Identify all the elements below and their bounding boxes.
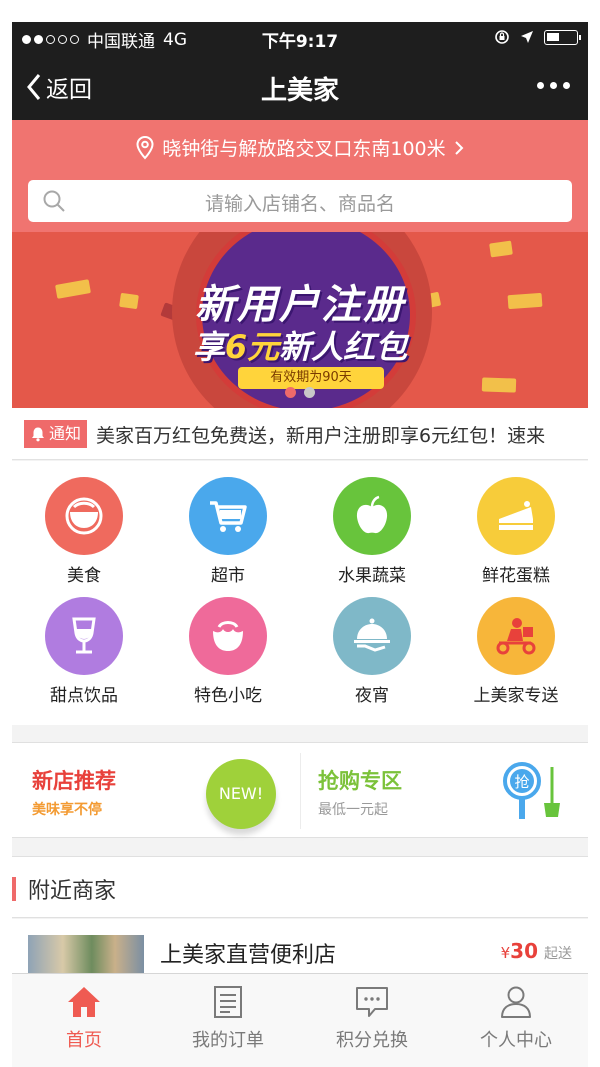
rotation-lock-icon xyxy=(495,30,509,44)
category-item-delivery[interactable]: 上美家专送 xyxy=(444,581,588,706)
min-price-suffix: 起送 xyxy=(544,946,572,962)
tab-label: 我的订单 xyxy=(192,1030,264,1051)
user-icon xyxy=(501,986,531,1018)
category-item-desserts-drinks[interactable]: 甜点饮品 xyxy=(12,581,156,706)
tab-orders[interactable]: 我的订单 xyxy=(156,974,300,1067)
category-item-food[interactable]: 美食 xyxy=(12,461,156,586)
category-icon-circle xyxy=(189,477,267,555)
flash-sale-subtitle: 最低一元起 xyxy=(318,802,388,818)
home-icon xyxy=(68,987,100,1017)
status-bar: 中国联通 4G 下午9:17 xyxy=(12,22,588,52)
category-icon-circle xyxy=(333,477,411,555)
page-title: 上美家 xyxy=(260,76,339,106)
chat-bubble-icon xyxy=(356,987,388,1017)
category-icon-circle xyxy=(477,597,555,675)
bell-icon xyxy=(32,427,44,442)
battery-icon xyxy=(544,29,581,45)
new-store-title: 新店推荐 xyxy=(32,769,116,793)
category-icon-circle xyxy=(45,477,123,555)
new-badge: NEW! xyxy=(206,759,276,829)
category-label: 夜宵 xyxy=(355,686,389,706)
order-list-icon xyxy=(214,986,242,1018)
tab-points[interactable]: 积分兑换 xyxy=(300,974,444,1067)
bowl-icon xyxy=(65,497,103,535)
category-icon-circle xyxy=(333,597,411,675)
category-label: 甜点饮品 xyxy=(50,686,118,706)
section-accent-bar xyxy=(12,877,16,901)
promo-divider xyxy=(300,753,301,829)
pager-dot[interactable] xyxy=(304,387,315,398)
shop-list-item[interactable]: 上美家直营便利店 ¥30 起送 xyxy=(12,919,588,973)
notice-text: 美家百万红包免费送，新用户注册即享6元红包！速来 xyxy=(96,425,546,447)
chevron-right-icon xyxy=(454,140,464,155)
category-item-supermarket[interactable]: 超市 xyxy=(156,461,300,586)
delivery-scooter-icon xyxy=(496,618,536,655)
banner-amount: 6元 xyxy=(224,328,280,366)
location-search-area: 晓钟街与解放路交叉口东南100米 请输入店铺名、商品名 xyxy=(12,120,588,232)
bottom-tab-bar: 首页 我的订单 积分兑换 个人中心 xyxy=(12,973,588,1067)
dumpling-icon xyxy=(213,621,243,651)
tab-label: 积分兑换 xyxy=(336,1030,408,1051)
category-grid: 美食 超市 水果蔬菜 鲜花蛋糕 甜点饮品 特色小吃 夜宵 上美家专送 xyxy=(12,461,588,725)
category-item-late-night[interactable]: 夜宵 xyxy=(300,581,444,706)
phone-screen: 中国联通 4G 下午9:17 返回 上美家 晓钟街与解放路交叉口东南100米 请… xyxy=(12,22,588,1067)
apple-icon xyxy=(356,495,388,534)
tab-label: 个人中心 xyxy=(480,1030,552,1051)
more-menu-button[interactable] xyxy=(537,82,570,89)
banner-validity: 有效期为90天 xyxy=(238,367,384,389)
notice-bar[interactable]: 通知 美家百万红包免费送，新用户注册即享6元红包！速来 xyxy=(12,408,588,460)
price-symbol: ¥ xyxy=(500,944,511,962)
category-item-fruit-vegetables[interactable]: 水果蔬菜 xyxy=(300,461,444,586)
shop-min-order: ¥30 起送 xyxy=(501,939,572,963)
banner-pager[interactable] xyxy=(12,387,588,398)
category-label: 上美家专送 xyxy=(473,686,559,706)
coin-decoration xyxy=(489,240,513,258)
pager-dot-active[interactable] xyxy=(285,387,296,398)
navigation-bar: 返回 上美家 xyxy=(12,52,588,120)
category-icon-circle xyxy=(45,597,123,675)
location-selector[interactable]: 晓钟街与解放路交叉口东南100米 xyxy=(12,134,588,161)
category-icon-circle xyxy=(189,597,267,675)
banner-suffix: 新人红包 xyxy=(279,328,408,366)
search-placeholder: 请输入店铺名、商品名 xyxy=(204,193,395,215)
cart-icon xyxy=(210,501,247,532)
search-input[interactable]: 请输入店铺名、商品名 xyxy=(28,180,572,222)
grab-char: 抢 xyxy=(514,773,529,791)
cloche-icon xyxy=(354,618,390,652)
tab-label: 首页 xyxy=(66,1030,102,1051)
cake-icon xyxy=(499,501,533,530)
map-pin-icon xyxy=(136,135,154,159)
tab-home[interactable]: 首页 xyxy=(12,974,156,1067)
wine-glass-icon xyxy=(72,617,96,654)
location-arrow-icon xyxy=(521,31,533,43)
category-item-flowers-cakes[interactable]: 鲜花蛋糕 xyxy=(444,461,588,586)
min-price: 30 xyxy=(510,939,538,963)
tab-profile[interactable]: 个人中心 xyxy=(444,974,588,1067)
category-label: 特色小吃 xyxy=(194,686,262,706)
category-icon-circle xyxy=(477,477,555,555)
category-item-snacks[interactable]: 特色小吃 xyxy=(156,581,300,706)
promo-banner[interactable]: 新用户注册 享6元新人红包 有效期为90天 xyxy=(12,232,588,408)
grab-magnifier-icon: 抢 xyxy=(503,762,560,819)
notice-tag-label: 通知 xyxy=(49,424,82,443)
location-text: 晓钟街与解放路交叉口东南100米 xyxy=(162,138,446,160)
notice-tag: 通知 xyxy=(24,420,88,448)
shop-thumbnail xyxy=(28,935,144,973)
banner-subheadline: 享6元新人红包 xyxy=(12,322,588,368)
nearby-section-header: 附近商家 xyxy=(12,856,588,918)
promo-section: 新店推荐 美味享不停 NEW! 抢购专区 最低一元起 抢 xyxy=(12,742,588,838)
flash-sale-title: 抢购专区 xyxy=(318,769,402,793)
banner-prefix: 享 xyxy=(192,328,225,366)
new-store-subtitle: 美味享不停 xyxy=(32,802,102,818)
shop-name: 上美家直营便利店 xyxy=(160,943,337,968)
nearby-title: 附近商家 xyxy=(28,879,117,904)
